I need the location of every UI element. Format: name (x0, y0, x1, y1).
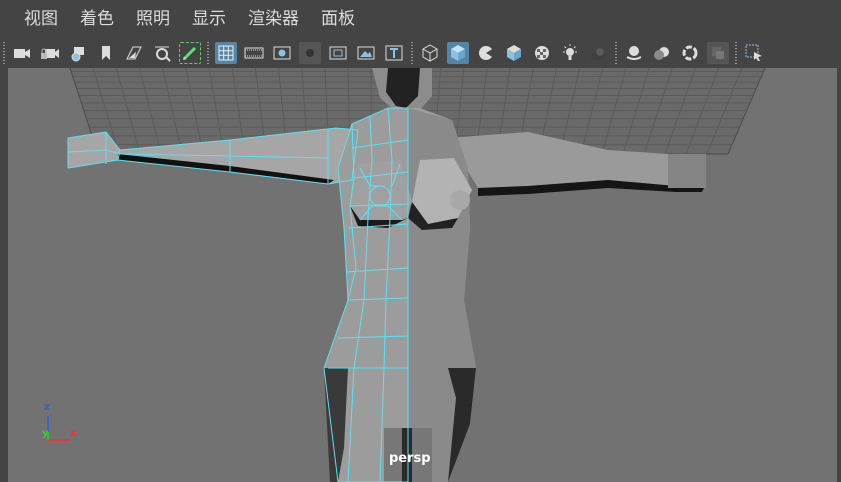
film-gate-icon[interactable] (243, 42, 265, 64)
bookmark-icon[interactable] (95, 42, 117, 64)
isolate-select-icon[interactable] (743, 42, 765, 64)
left-border (0, 68, 8, 482)
resolution-gate-icon[interactable] (271, 42, 293, 64)
axis-x-label: x (70, 428, 77, 439)
safe-title-icon[interactable] (383, 42, 405, 64)
wireframe-icon[interactable] (419, 42, 441, 64)
maya-viewport-panel: 视图 着色 照明 显示 渲染器 面板 persp z y x (0, 0, 841, 482)
menu-show[interactable]: 显示 (181, 0, 237, 38)
right-border (837, 68, 841, 482)
menu-shading[interactable]: 着色 (69, 0, 125, 38)
gate-mask-icon[interactable] (299, 42, 321, 64)
textured-icon[interactable] (531, 42, 553, 64)
menu-view[interactable]: 视图 (0, 0, 69, 38)
camera-name-label: persp (389, 451, 431, 466)
use-all-lights-icon[interactable] (559, 42, 581, 64)
multisample-aa-icon[interactable] (679, 42, 701, 64)
toolbar-separator (615, 42, 617, 64)
axis-y-label: y (42, 428, 49, 439)
image-plane-icon[interactable] (123, 42, 145, 64)
toolbar-separator (3, 42, 5, 64)
default-material-icon[interactable] (503, 42, 525, 64)
grid-icon[interactable] (215, 42, 237, 64)
menu-renderer[interactable]: 渲染器 (237, 0, 310, 38)
motion-blur-icon[interactable] (651, 42, 673, 64)
menu-lighting[interactable]: 照明 (125, 0, 181, 38)
camera-icon[interactable] (11, 42, 33, 64)
toolbar-separator (735, 42, 737, 64)
axis-gizmo: z y x (38, 402, 78, 442)
camera-lock-icon[interactable] (39, 42, 61, 64)
panel-menu-bar: 视图 着色 照明 显示 渲染器 面板 (0, 0, 841, 38)
camera-attributes-icon[interactable] (67, 42, 89, 64)
scene-render (67, 68, 766, 482)
two-d-pan-icon[interactable] (151, 42, 173, 64)
field-chart-icon[interactable] (327, 42, 349, 64)
toolbar-separator (411, 42, 413, 64)
screen-space-ao-icon[interactable] (623, 42, 645, 64)
wireframe-on-shaded-icon[interactable] (475, 42, 497, 64)
perspective-viewport[interactable]: persp z y x (8, 68, 837, 482)
menu-panels[interactable]: 面板 (310, 0, 366, 38)
safe-action-icon[interactable] (355, 42, 377, 64)
toolbar-separator (207, 42, 209, 64)
panel-toolbar (0, 38, 841, 68)
shadows-icon[interactable] (587, 42, 609, 64)
smooth-shade-icon[interactable] (447, 42, 469, 64)
depth-of-field-icon[interactable] (707, 42, 729, 64)
axis-z-label: z (44, 402, 50, 413)
grease-pencil-icon[interactable] (179, 42, 201, 64)
